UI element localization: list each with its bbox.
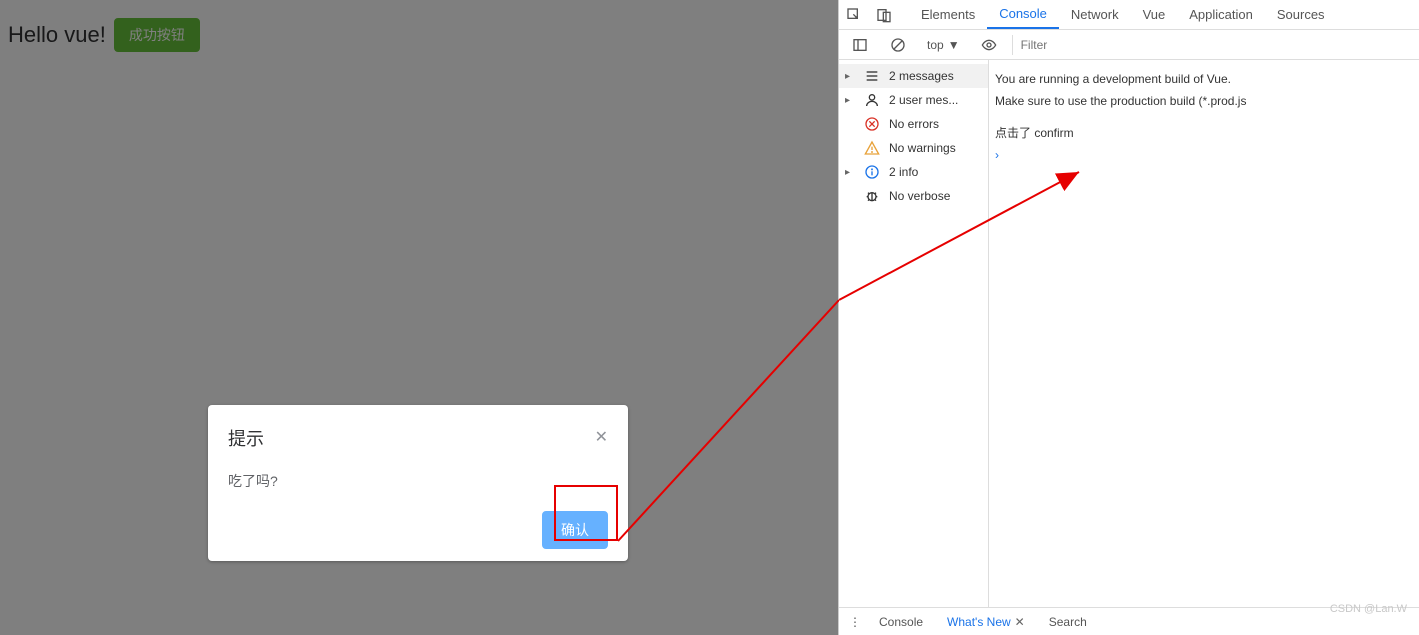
drawer-tab-label: What's New (947, 615, 1011, 629)
console-log: 点击了 confirm (995, 122, 1419, 144)
clear-console-icon[interactable] (883, 30, 913, 60)
sidebar-item-info[interactable]: ▸ 2 info (839, 160, 988, 184)
confirm-button[interactable]: 确认 (542, 511, 608, 549)
sidebar-item-label: No verbose (889, 189, 950, 203)
list-icon (863, 68, 881, 84)
devtools-panel: Elements Console Network Vue Application… (839, 0, 1419, 635)
live-expression-icon[interactable] (974, 30, 1004, 60)
tab-sources[interactable]: Sources (1265, 0, 1337, 29)
sidebar-item-errors[interactable]: No errors (839, 112, 988, 136)
dialog: 提示 ✕ 吃了吗? 确认 (208, 405, 628, 561)
sidebar-item-label: No errors (889, 117, 939, 131)
info-icon (863, 164, 881, 180)
drawer-tab-search[interactable]: Search (1039, 608, 1097, 635)
chevron-right-icon: ▸ (845, 167, 855, 178)
tab-network[interactable]: Network (1059, 0, 1131, 29)
drawer-tab-whatsnew[interactable]: What's New ✕ (937, 608, 1035, 635)
sidebar-item-verbose[interactable]: No verbose (839, 184, 988, 208)
console-log: You are running a development build of V… (995, 68, 1419, 90)
chevron-right-icon: ▸ (845, 95, 855, 106)
context-selector-label: top (927, 38, 944, 52)
tab-console[interactable]: Console (987, 0, 1059, 29)
warning-icon (863, 140, 881, 156)
drawer-tab-console[interactable]: Console (869, 608, 933, 635)
user-icon (863, 92, 881, 108)
sidebar-item-label: 2 info (889, 165, 918, 179)
sidebar-item-label: 2 messages (889, 69, 954, 83)
close-icon[interactable]: ✕ (1015, 615, 1025, 629)
sidebar-item-user-messages[interactable]: ▸ 2 user mes... (839, 88, 988, 112)
tab-vue[interactable]: Vue (1131, 0, 1178, 29)
inspect-icon[interactable] (839, 0, 869, 30)
sidebar-toggle-icon[interactable] (845, 30, 875, 60)
device-toolbar-icon[interactable] (869, 0, 899, 30)
sidebar-item-label: No warnings (889, 141, 956, 155)
console-sidebar: ▸ 2 messages ▸ 2 user mes... No errors (839, 60, 989, 607)
chevron-right-icon: ▸ (845, 71, 855, 82)
kebab-icon[interactable]: ⋮ (845, 607, 865, 635)
error-icon (863, 116, 881, 132)
console-toolbar: top ▼ (839, 30, 1419, 60)
dialog-title: 提示 (228, 425, 264, 451)
chevron-down-icon: ▼ (948, 38, 960, 52)
app-viewport: Hello vue! 成功按钮 提示 ✕ 吃了吗? 确认 (0, 0, 839, 635)
sidebar-item-label: 2 user mes... (889, 93, 958, 107)
context-selector[interactable]: top ▼ (921, 38, 966, 52)
sidebar-item-messages[interactable]: ▸ 2 messages (839, 64, 988, 88)
devtools-topbar: Elements Console Network Vue Application… (839, 0, 1419, 30)
tab-application[interactable]: Application (1177, 0, 1265, 29)
close-icon[interactable]: ✕ (595, 430, 608, 446)
watermark: CSDN @Lan.W (1330, 603, 1407, 615)
console-output[interactable]: You are running a development build of V… (989, 60, 1419, 607)
console-log: Make sure to use the production build (*… (995, 90, 1419, 112)
bug-icon (863, 188, 881, 204)
filter-input[interactable] (1012, 35, 1413, 55)
sidebar-item-warnings[interactable]: No warnings (839, 136, 988, 160)
dialog-body: 吃了吗? (208, 461, 628, 511)
console-prompt-icon[interactable]: › (995, 144, 1419, 164)
tab-elements[interactable]: Elements (909, 0, 987, 29)
